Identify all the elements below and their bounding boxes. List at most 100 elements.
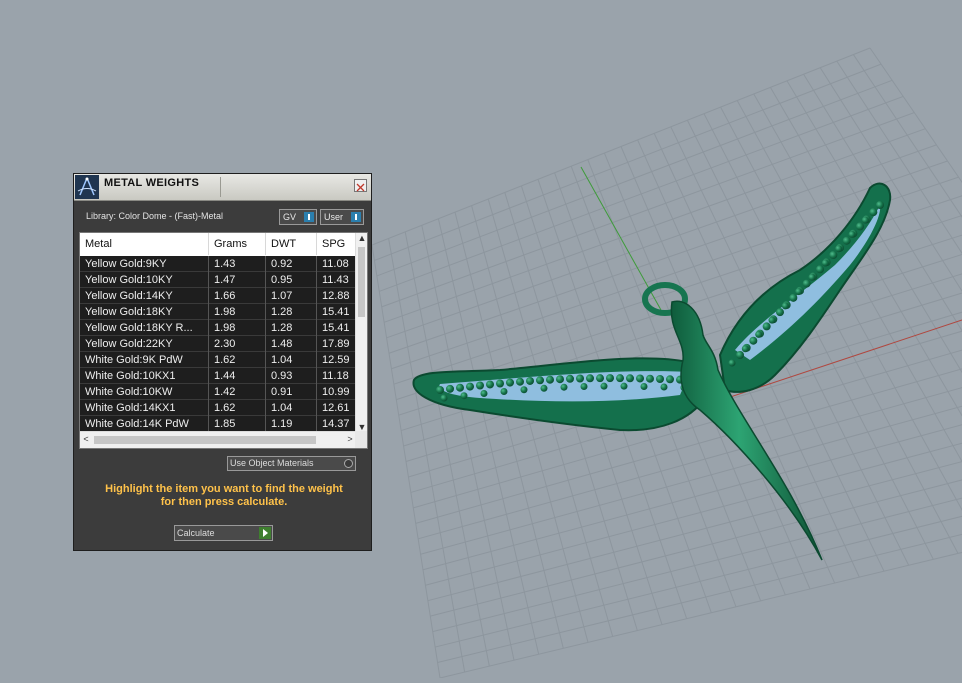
bead — [795, 288, 803, 296]
cell-grams: 1.44 — [209, 368, 266, 384]
bead — [580, 383, 588, 391]
bead — [546, 375, 554, 384]
bead — [526, 376, 534, 385]
calculate-button[interactable]: Calculate — [174, 525, 273, 541]
vertical-scroll-thumb[interactable] — [358, 247, 365, 317]
close-icon — [356, 183, 365, 192]
bead — [560, 383, 568, 391]
horizontal-scroll-thumb[interactable] — [94, 436, 316, 444]
table-row[interactable]: White Gold:14KX1 1.62 1.04 12.61 — [80, 400, 355, 416]
bead — [476, 381, 484, 390]
bead — [540, 384, 548, 392]
cell-grams: 1.98 — [209, 320, 266, 336]
radio-icon[interactable] — [344, 459, 353, 468]
grid-line — [439, 551, 962, 679]
cell-grams: 1.98 — [209, 304, 266, 320]
grid-line — [435, 515, 962, 648]
column-header-metal[interactable]: Metal — [80, 233, 209, 255]
table-row[interactable]: White Gold:14K PdW 1.85 1.19 14.37 — [80, 416, 355, 432]
cell-dwt: 0.93 — [266, 368, 317, 384]
cell-metal: White Gold:14KX1 — [80, 400, 209, 416]
scroll-left-icon[interactable]: < — [80, 434, 92, 444]
table-row[interactable]: Yellow Gold:18KY R... 1.98 1.28 15.41 — [80, 320, 355, 336]
cell-grams: 1.43 — [209, 256, 266, 272]
bead — [460, 392, 468, 400]
instruction-line-2: for then press calculate. — [160, 496, 288, 508]
horizontal-scrollbar[interactable]: < > — [80, 431, 356, 448]
column-header-dwt[interactable]: DWT — [266, 233, 317, 255]
instruction-text: Highlight the item you want to find the … — [84, 483, 364, 509]
bead — [876, 201, 884, 209]
grid-line — [869, 47, 962, 184]
gv-toggle[interactable]: GV — [279, 209, 317, 225]
cell-metal: Yellow Gold:18KY — [80, 304, 209, 320]
cell-grams: 2.30 — [209, 336, 266, 352]
cell-spg: 14.37 — [322, 418, 350, 430]
bead — [616, 374, 624, 383]
table-body: Yellow Gold:9KY 1.43 0.92 11.08 Yellow Gold:… — [80, 256, 355, 432]
user-toggle[interactable]: User — [320, 209, 364, 225]
bead — [466, 382, 474, 391]
bead — [620, 382, 628, 390]
use-object-materials-option[interactable]: Use Object Materials — [227, 456, 356, 471]
bead — [646, 374, 654, 383]
cell-dwt: 1.28 — [266, 320, 317, 336]
table-row[interactable]: Yellow Gold:22KY 2.30 1.48 17.89 — [80, 336, 355, 352]
cell-spg: 15.41 — [322, 322, 350, 334]
play-arrow-icon — [259, 527, 271, 539]
bead — [762, 322, 771, 331]
bead — [821, 259, 829, 267]
bead — [636, 374, 644, 383]
bead — [768, 316, 776, 324]
cell-metal: Yellow Gold:22KY — [80, 336, 209, 352]
cell-dwt: 1.04 — [266, 400, 317, 416]
bead — [848, 230, 856, 238]
table-row[interactable]: Yellow Gold:18KY 1.98 1.28 15.41 — [80, 304, 355, 320]
vertical-scrollbar[interactable]: ▲ ▼ — [355, 233, 367, 432]
metal-table[interactable]: Metal Grams DWT SPG Yellow Gold:9KY 1.43 0… — [79, 232, 368, 449]
cell-dwt: 1.19 — [266, 416, 317, 432]
bead — [755, 330, 763, 338]
bead — [869, 208, 878, 217]
bead — [835, 245, 843, 253]
bead — [596, 374, 604, 383]
panel-title: METAL WEIGHTS — [104, 177, 200, 189]
bead — [446, 384, 454, 393]
cell-dwt: 1.48 — [266, 336, 317, 352]
bead — [600, 382, 608, 390]
bead — [861, 216, 869, 224]
cell-spg: 12.88 — [322, 290, 350, 302]
cell-dwt: 1.04 — [266, 352, 317, 368]
bead — [781, 302, 789, 310]
column-header-spg[interactable]: SPG — [317, 233, 355, 255]
cell-spg: 11.18 — [322, 370, 349, 382]
cell-spg: 12.59 — [322, 354, 350, 366]
bead — [808, 273, 816, 281]
bead — [666, 375, 674, 384]
scroll-up-icon[interactable]: ▲ — [356, 233, 367, 243]
bead — [829, 251, 838, 259]
bead — [802, 279, 811, 288]
table-row[interactable]: White Gold:10KX1 1.44 0.93 11.18 — [80, 368, 355, 384]
calculate-label: Calculate — [177, 528, 215, 538]
title-divider — [220, 177, 221, 197]
table-row[interactable]: Yellow Gold:14KY 1.66 1.07 12.88 — [80, 288, 355, 304]
column-header-grams[interactable]: Grams — [209, 233, 266, 255]
cell-metal: White Gold:9K PdW — [80, 352, 209, 368]
bead — [440, 394, 448, 402]
cell-grams: 1.47 — [209, 272, 266, 288]
table-row[interactable]: Yellow Gold:9KY 1.43 0.92 11.08 — [80, 256, 355, 272]
grid-line — [430, 479, 962, 617]
table-row[interactable]: White Gold:10KW 1.42 0.91 10.99 — [80, 384, 355, 400]
table-row[interactable]: White Gold:9K PdW 1.62 1.04 12.59 — [80, 352, 355, 368]
table-row[interactable]: Yellow Gold:10KY 1.47 0.95 11.43 — [80, 272, 355, 288]
library-label: Library: Color Dome - (Fast)-Metal — [86, 211, 224, 221]
bead — [480, 390, 488, 398]
close-button[interactable] — [354, 179, 367, 192]
cell-dwt: 1.28 — [266, 304, 317, 320]
cell-grams: 1.85 — [209, 416, 266, 432]
cell-metal: White Gold:10KW — [80, 384, 209, 400]
bead — [856, 222, 864, 231]
panel-titlebar[interactable]: METAL WEIGHTS — [74, 174, 371, 201]
bead — [576, 374, 584, 383]
